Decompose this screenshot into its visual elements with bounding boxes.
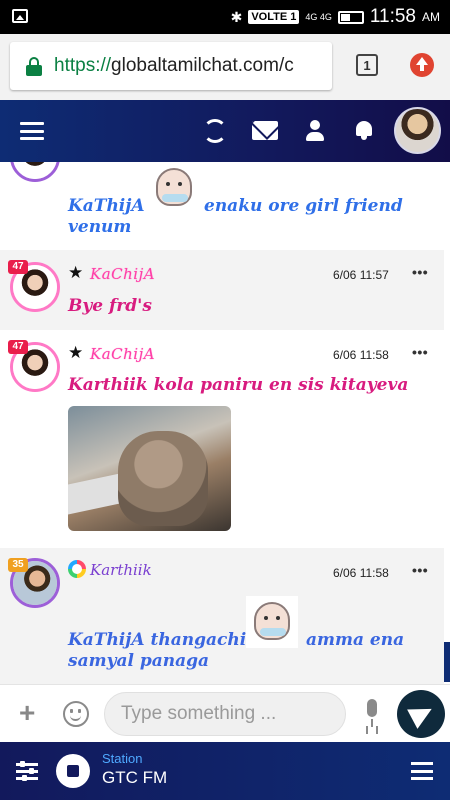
tab-switcher-button[interactable]: 1	[356, 54, 378, 76]
update-icon[interactable]	[410, 53, 434, 77]
username[interactable]: Karthiik	[90, 561, 152, 579]
chat-message: 47 ★ KaChijA 6/06 11:58 ••• Karthiik kol…	[0, 330, 444, 548]
microphone-icon[interactable]	[364, 699, 380, 729]
equalizer-icon[interactable]	[16, 761, 38, 781]
signal-indicator: 4G 4G	[305, 11, 332, 22]
star-icon: ★	[68, 263, 84, 282]
more-options-icon[interactable]: •••	[412, 264, 428, 280]
avatar[interactable]	[10, 162, 60, 182]
rank-badge: 47	[8, 260, 28, 274]
chat-message: KaThijA enaku ore girl friend venum	[0, 162, 444, 250]
message-text-line2: venum	[68, 217, 132, 237]
scrollbar-thumb[interactable]	[444, 642, 450, 682]
address-bar[interactable]: https://globaltamilchat.com/c	[10, 42, 332, 90]
url-text[interactable]: https://globaltamilchat.com/c	[54, 55, 294, 77]
message-composer: + Type something ...	[0, 684, 450, 742]
message-text-line2: samyal panaga	[68, 651, 210, 671]
chat-message: 35 Karthiik 6/06 11:58 ••• KaThijA thang…	[0, 548, 444, 684]
message-mention[interactable]: KaThijA	[68, 196, 145, 217]
browser-toolbar: https://globaltamilchat.com/c 1	[0, 34, 450, 100]
refresh-icon[interactable]	[203, 119, 227, 143]
scrollbar[interactable]	[444, 162, 450, 684]
clock-ampm: AM	[422, 10, 440, 24]
menu-icon[interactable]	[20, 122, 44, 140]
message-text: amma ena	[306, 630, 405, 650]
volte-indicator: VOLTE 1	[248, 10, 300, 24]
chat-feed[interactable]: KaThijA enaku ore girl friend venum 47 ★…	[0, 162, 450, 684]
message-time: 6/06 11:57	[333, 268, 389, 282]
stop-button[interactable]	[56, 754, 90, 788]
plus-icon[interactable]: +	[19, 699, 35, 727]
emoji-icon[interactable]	[63, 701, 89, 727]
my-avatar[interactable]	[394, 107, 441, 154]
username[interactable]: KaChijA	[90, 345, 155, 363]
bluetooth-icon: ✱	[230, 8, 243, 25]
username[interactable]: KaChijA	[90, 265, 155, 283]
message-input[interactable]: Type something ...	[104, 692, 346, 736]
user-icon[interactable]	[306, 120, 324, 142]
message-time: 6/06 11:58	[333, 348, 389, 362]
mail-icon[interactable]	[252, 121, 278, 140]
more-options-icon[interactable]: •••	[412, 562, 428, 578]
message-mention[interactable]: KaThijA thangachi	[68, 630, 246, 651]
clock-time: 11:58	[369, 6, 416, 27]
message-text: Bye frd's	[68, 296, 152, 316]
app-header	[0, 100, 450, 162]
cat-sticker	[246, 596, 298, 648]
gallery-notification-icon	[12, 9, 28, 23]
rank-badge: 35	[8, 558, 28, 572]
player-menu-icon[interactable]	[411, 762, 433, 780]
cat-sticker	[148, 162, 200, 214]
station-name: GTC FM	[102, 768, 168, 787]
url-scheme: https://	[54, 55, 112, 76]
send-button[interactable]	[397, 690, 445, 738]
status-ring-icon	[68, 560, 86, 578]
station-label: Station	[102, 751, 143, 766]
battery-icon	[337, 10, 364, 24]
lock-icon	[26, 57, 42, 76]
rank-badge: 47	[8, 340, 28, 354]
message-text: enaku ore girl friend	[204, 196, 403, 216]
more-options-icon[interactable]: •••	[412, 344, 428, 360]
bell-icon[interactable]	[354, 119, 374, 141]
radio-player-bar: Station GTC FM	[0, 742, 450, 800]
chat-message: 47 ★ KaChijA 6/06 11:57 ••• Bye frd's	[0, 250, 444, 330]
star-icon: ★	[68, 343, 84, 362]
cat-gif-image[interactable]	[68, 406, 231, 531]
message-text: Karthiik kola paniru en sis kitayeva	[68, 375, 409, 395]
status-indicators: ✱ VOLTE 1 4G 4G 11:58 AM	[231, 0, 440, 34]
url-host: globaltamilchat.com/c	[111, 55, 294, 76]
message-time: 6/06 11:58	[333, 566, 389, 580]
status-bar: ✱ VOLTE 1 4G 4G 11:58 AM	[0, 0, 450, 34]
